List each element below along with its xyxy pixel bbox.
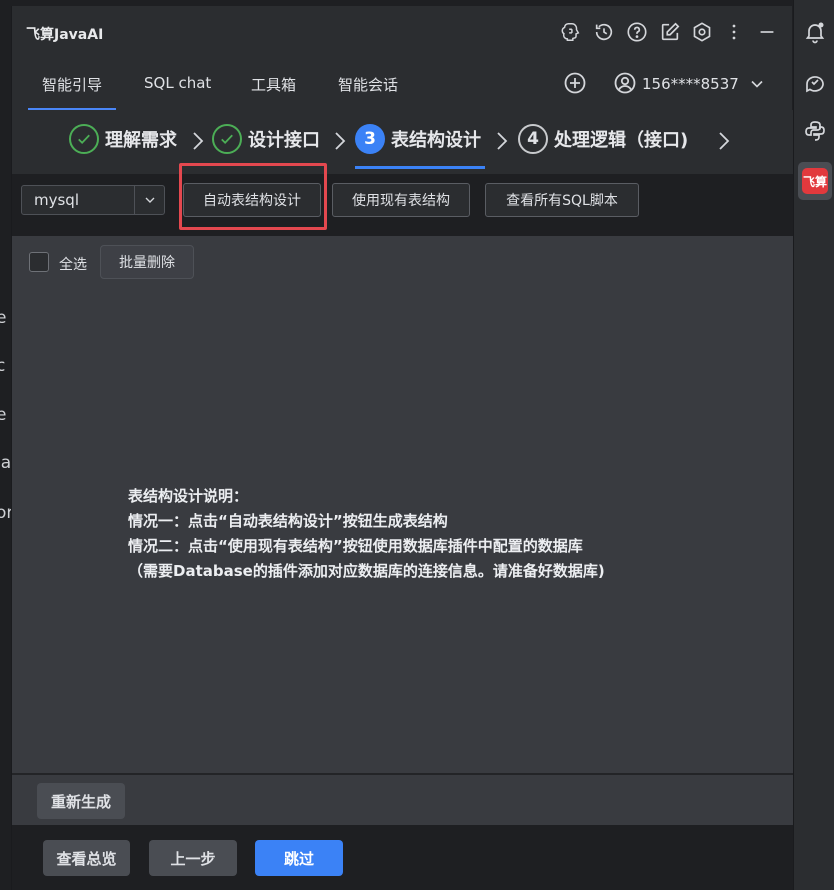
ai-brain-icon[interactable]: [559, 20, 583, 44]
explanation-line: 情况二：点击“使用现有表结构”按钮使用数据库插件中配置的数据库: [128, 537, 583, 555]
select-all-checkbox[interactable]: [29, 252, 49, 272]
explanation-line: 情况一：点击“自动表结构设计”按钮生成表结构: [128, 512, 448, 530]
use-existing-table-button[interactable]: 使用现有表结构: [332, 183, 470, 217]
check-icon: [212, 124, 242, 154]
editor-text-fragment: or: [0, 503, 11, 523]
settings-icon[interactable]: [690, 20, 714, 44]
user-icon[interactable]: [613, 71, 637, 95]
editor-text-fragment: la: [0, 453, 11, 473]
python-icon[interactable]: [802, 118, 828, 144]
feisuan-logo: 飞算: [802, 168, 828, 194]
more-icon[interactable]: [722, 20, 746, 44]
regenerate-button[interactable]: 重新生成: [37, 783, 125, 819]
edit-icon[interactable]: [658, 20, 682, 44]
plus-circle-icon[interactable]: [563, 71, 587, 95]
step-process-logic[interactable]: 4 处理逻辑（接口): [518, 124, 688, 154]
active-step-indicator: [355, 166, 485, 169]
step-understand-requirements[interactable]: 理解需求: [69, 124, 177, 154]
step-label: 理解需求: [105, 130, 177, 151]
step-design-interface[interactable]: 设计接口: [212, 124, 320, 154]
right-tool-strip: 飞算: [793, 0, 834, 890]
tab-smart-chat[interactable]: 智能会话: [338, 74, 398, 95]
step-label: 设计接口: [248, 130, 320, 151]
ai-assistant-icon[interactable]: [802, 70, 828, 96]
table-toolbar: mysql 自动表结构设计 使用现有表结构 查看所有SQL脚本: [12, 174, 793, 236]
check-icon: [69, 124, 99, 154]
minimize-icon[interactable]: [755, 20, 779, 44]
step-number: 4: [518, 124, 548, 154]
title-bar: 飞算JavaAI: [12, 6, 793, 60]
app-title: 飞算JavaAI: [26, 27, 104, 43]
chevron-right-icon: [332, 130, 348, 152]
bell-icon[interactable]: [802, 19, 828, 45]
chevron-right-icon: [494, 130, 510, 152]
editor-edge: e c e la or: [0, 0, 11, 890]
history-icon[interactable]: [592, 20, 616, 44]
help-icon[interactable]: [625, 20, 649, 44]
highlight-box: [179, 163, 327, 230]
footer-actions: 查看总览 上一步 跳过: [12, 825, 793, 890]
step-label: 处理逻辑（接口): [554, 130, 689, 151]
chevron-down-icon: [134, 186, 164, 214]
database-type-value: mysql: [34, 191, 79, 209]
table-list-area: 全选 批量删除 表结构设计说明： 情况一：点击“自动表结构设计”按钮生成表结构 …: [12, 236, 793, 773]
plugin-panel: 飞算JavaAI 智能引导 SQL chat 工具箱 智能会话 156****8…: [11, 6, 793, 890]
chevron-right-icon[interactable]: [716, 130, 732, 152]
feisuan-logo-icon[interactable]: 飞算: [802, 168, 828, 194]
skip-button[interactable]: 跳过: [255, 840, 343, 876]
chevron-down-icon[interactable]: [747, 74, 767, 94]
tab-sql-chat[interactable]: SQL chat: [144, 74, 211, 92]
table-design-explanation: 表结构设计说明： 情况一：点击“自动表结构设计”按钮生成表结构 情况二：点击“使…: [128, 484, 605, 584]
batch-delete-button[interactable]: 批量删除: [100, 245, 194, 279]
step-label: 表结构设计: [391, 130, 481, 151]
step-number: 3: [355, 124, 385, 154]
chevron-right-icon: [190, 130, 206, 152]
previous-step-button[interactable]: 上一步: [149, 840, 237, 876]
database-type-select[interactable]: mysql: [21, 185, 165, 215]
select-all-label: 全选: [59, 257, 87, 273]
explanation-title: 表结构设计说明：: [128, 487, 249, 505]
tab-smart-guide[interactable]: 智能引导: [27, 74, 117, 110]
editor-text-fragment: c: [0, 356, 6, 376]
view-all-sql-button[interactable]: 查看所有SQL脚本: [485, 183, 639, 217]
view-overview-button[interactable]: 查看总览: [43, 840, 130, 876]
editor-text-fragment: e: [0, 405, 7, 425]
editor-text-fragment: e: [0, 308, 7, 328]
step-table-design[interactable]: 3 表结构设计: [355, 124, 481, 154]
step-progress: 理解需求 设计接口 3 表结构设计 4 处理逻辑（接口): [12, 110, 793, 174]
tab-toolbox[interactable]: 工具箱: [251, 74, 296, 95]
explanation-line: （需要Database的插件添加对应数据库的连接信息。请准备好数据库): [128, 562, 605, 580]
user-phone[interactable]: 156****8537: [642, 75, 739, 93]
regenerate-bar: 重新生成: [12, 773, 793, 825]
